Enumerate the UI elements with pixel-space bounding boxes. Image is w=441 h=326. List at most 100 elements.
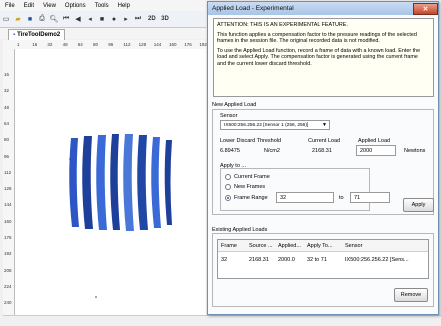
applied-load-dialog: Applied Load - Experimental ✕ ATTENTION:… bbox=[207, 1, 439, 315]
save-icon[interactable]: ■ bbox=[26, 15, 35, 24]
vertical-ruler: 1632486480961121281441601761922082242402… bbox=[3, 49, 15, 322]
radio-new-frames[interactable] bbox=[225, 184, 231, 190]
ruler-tick-label: 96 bbox=[108, 42, 114, 47]
ruler-tick-label: 48 bbox=[62, 42, 68, 47]
info-line: To use the Applied Load function, record… bbox=[217, 47, 421, 54]
stop-icon[interactable]: ■ bbox=[98, 15, 107, 24]
remove-button[interactable]: Remove bbox=[394, 288, 428, 302]
menu-options[interactable]: Options bbox=[65, 3, 86, 9]
menu-file[interactable]: File bbox=[5, 3, 15, 9]
ruler-tick-label: 16 bbox=[4, 72, 10, 77]
col-frame[interactable]: Frame bbox=[221, 243, 237, 249]
ruler-tick-label: 224 bbox=[4, 283, 12, 289]
ruler-tick-label: 32 bbox=[47, 42, 53, 47]
ruler-tick-label: 112 bbox=[123, 42, 131, 47]
radio-current-frame-label: Current Frame bbox=[234, 174, 270, 180]
applied-load-label: Applied Load bbox=[358, 138, 391, 144]
play-back-icon[interactable]: ◂ bbox=[86, 15, 95, 24]
view-2d-button[interactable]: 2D bbox=[148, 15, 156, 24]
sensor-value: IX500:256.256.22 [Sensor 1 (256, 256)] bbox=[224, 122, 309, 128]
ruler-tick-label: 1 bbox=[17, 42, 20, 47]
ruler-tick-label: 64 bbox=[4, 120, 10, 126]
horizontal-scrollbar[interactable] bbox=[3, 315, 441, 326]
menu-edit[interactable]: Edit bbox=[24, 3, 34, 9]
prev-frame-icon[interactable]: ◀ bbox=[74, 15, 83, 24]
dialog-title: Applied Load - Experimental bbox=[212, 5, 294, 12]
ruler-tick-label: 64 bbox=[77, 42, 83, 47]
close-button[interactable]: ✕ bbox=[413, 3, 438, 15]
radio-frame-range[interactable] bbox=[225, 195, 231, 201]
ruler-tick-label: 48 bbox=[4, 104, 10, 110]
first-frame-icon[interactable]: ⏮ bbox=[62, 15, 71, 24]
info-line: load and select Apply. The compensation … bbox=[217, 54, 418, 61]
pressure-map-canvas[interactable] bbox=[15, 49, 206, 315]
ruler-tick-label: 112 bbox=[4, 169, 12, 175]
info-line: This function applies a compensation fac… bbox=[217, 31, 417, 38]
threshold-label: Lower Discard Threshold bbox=[220, 138, 282, 144]
threshold-value: 6.89475 bbox=[220, 148, 240, 154]
ruler-tick-label: 240 bbox=[4, 300, 12, 306]
menu-help[interactable]: Help bbox=[118, 3, 130, 9]
current-load-value: 2168.31 bbox=[312, 148, 332, 154]
tire-footprint-image bbox=[69, 134, 172, 298]
document-tab-label: TireToolDemo2 bbox=[17, 32, 61, 38]
ruler-tick-label: 80 bbox=[93, 42, 99, 47]
row-apply-to[interactable]: 32 to 71 bbox=[307, 257, 327, 263]
radio-current-frame[interactable] bbox=[225, 174, 231, 180]
tread-pattern bbox=[69, 134, 172, 298]
range-to-label: to bbox=[339, 195, 344, 201]
ruler-tick-label: 144 bbox=[4, 202, 12, 208]
ruler-tick-label: 176 bbox=[4, 235, 12, 240]
info-line: frames in the session file. The original… bbox=[217, 38, 380, 45]
document-icon: ▪ bbox=[13, 32, 16, 38]
applied-load-input[interactable]: 2000 bbox=[356, 145, 396, 156]
range-from-input[interactable]: 32 bbox=[276, 192, 334, 203]
sensor-dropdown[interactable]: IX500:256.256.22 [Sensor 1 (256, 256)] ▼ bbox=[220, 120, 330, 130]
applied-load-unit: Newtons bbox=[404, 148, 426, 154]
ruler-tick-label: 160 bbox=[4, 218, 12, 224]
menu-view[interactable]: View bbox=[43, 3, 56, 9]
document-tab[interactable]: ▪ TireToolDemo2 bbox=[8, 29, 66, 40]
menu-tools[interactable]: Tools bbox=[95, 3, 109, 9]
ruler-tick-label: 32 bbox=[4, 88, 10, 94]
ruler-tick-label: 128 bbox=[138, 42, 147, 47]
sensor-label: Sensor bbox=[220, 113, 238, 119]
row-applied[interactable]: 2000.0 bbox=[278, 257, 295, 263]
row-sensor[interactable]: IX500:256.256.22 [Sens... bbox=[345, 257, 409, 263]
chevron-down-icon: ▼ bbox=[322, 122, 327, 128]
row-source[interactable]: 2168.31 bbox=[249, 257, 269, 263]
last-frame-icon[interactable]: ⏭ bbox=[134, 15, 143, 24]
ruler-tick-label: 128 bbox=[4, 186, 12, 192]
col-applied[interactable]: Applied... bbox=[278, 243, 301, 249]
threshold-unit: N/cm2 bbox=[264, 148, 280, 154]
new-load-group-label: New Applied Load bbox=[212, 102, 257, 108]
col-apply-to[interactable]: Apply To... bbox=[307, 243, 333, 249]
print-preview-icon[interactable]: 🔍︎ bbox=[50, 15, 59, 24]
col-source[interactable]: Source ... bbox=[249, 243, 273, 249]
new-file-icon[interactable]: ▭ bbox=[2, 15, 11, 24]
ruler-tick-label: 96 bbox=[4, 153, 10, 159]
record-icon[interactable]: ● bbox=[110, 15, 119, 24]
info-line: ATTENTION: THIS IS AN EXPERIMENTAL FEATU… bbox=[217, 22, 348, 28]
open-folder-icon[interactable]: ▰ bbox=[14, 15, 23, 24]
range-to-input[interactable]: 71 bbox=[350, 192, 390, 203]
ruler-tick-label: 192 bbox=[199, 42, 207, 47]
ruler-tick-label: 208 bbox=[4, 267, 12, 273]
ruler-tick-label: 176 bbox=[184, 42, 192, 47]
ruler-tick-label: 16 bbox=[32, 42, 38, 47]
ruler-tick-label: 80 bbox=[4, 137, 10, 143]
ruler-tick-label: 160 bbox=[169, 42, 177, 47]
radio-new-frames-label: New Frames bbox=[234, 184, 266, 190]
col-sensor[interactable]: Sensor bbox=[345, 243, 362, 249]
info-panel: ATTENTION: THIS IS AN EXPERIMENTAL FEATU… bbox=[213, 18, 434, 97]
print-icon[interactable]: ⎙ bbox=[38, 15, 47, 24]
play-icon[interactable]: ▸ bbox=[122, 15, 131, 24]
current-load-label: Current Load bbox=[308, 138, 341, 144]
view-3d-button[interactable]: 3D bbox=[161, 15, 169, 24]
ruler-tick-label: 192 bbox=[4, 251, 12, 257]
row-frame[interactable]: 32 bbox=[221, 257, 227, 263]
radio-frame-range-label: Frame Range bbox=[234, 195, 268, 201]
dialog-title-bar[interactable]: Applied Load - Experimental bbox=[208, 2, 438, 15]
apply-button[interactable]: Apply bbox=[403, 198, 434, 212]
existing-loads-table[interactable]: Frame Source ... Applied... Apply To... … bbox=[217, 239, 429, 279]
